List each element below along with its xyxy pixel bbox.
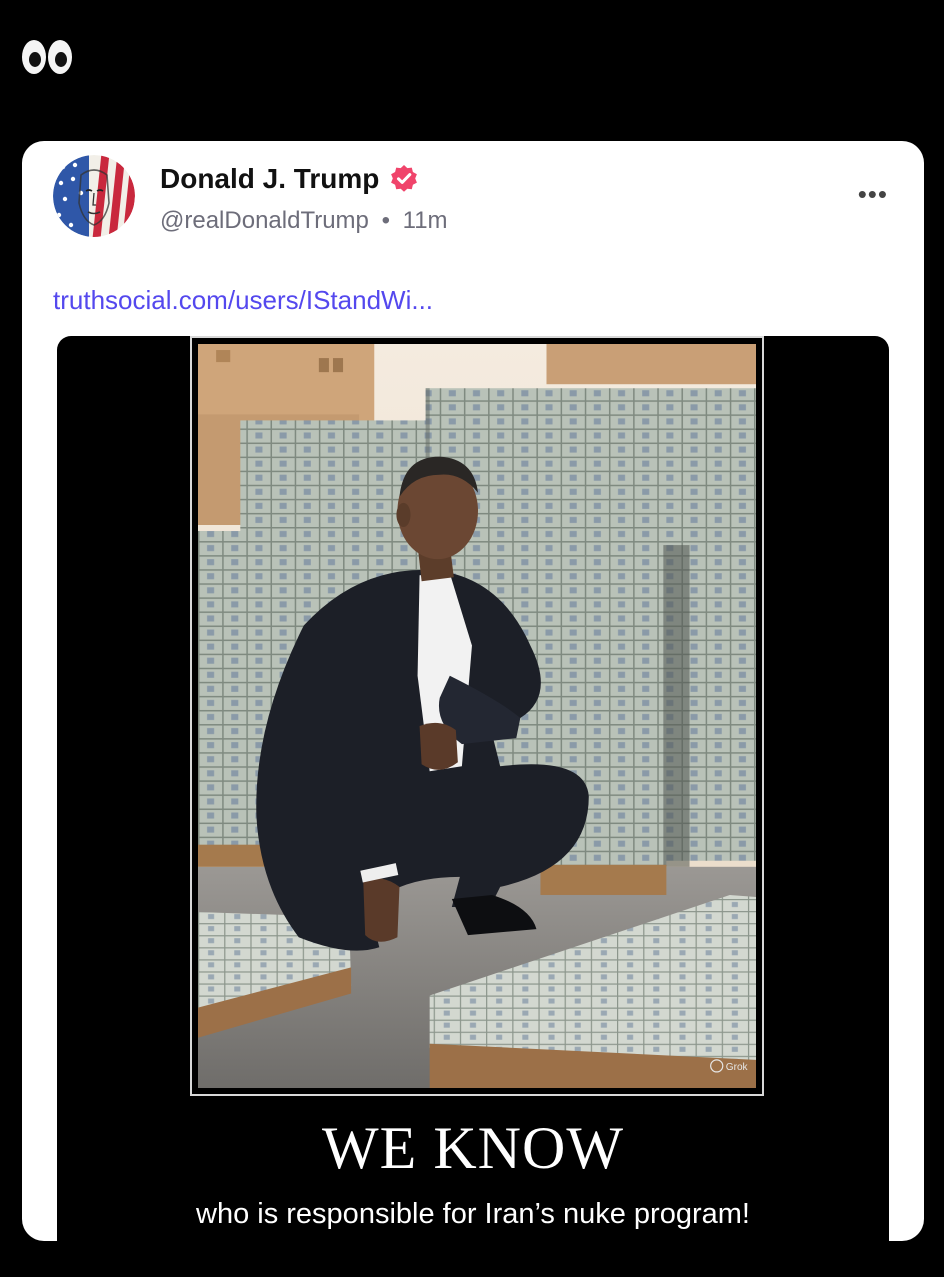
money-stacks-photo: Grok — [198, 344, 756, 1088]
author-row: Donald J. Trump — [160, 163, 419, 195]
post-link[interactable]: truthsocial.com/users/IStandWi... — [53, 285, 433, 316]
author-name[interactable]: Donald J. Trump — [160, 163, 379, 195]
image-watermark: Grok — [726, 1062, 749, 1073]
verified-badge-icon — [391, 165, 418, 192]
meta-separator: • — [381, 207, 390, 234]
post-time[interactable]: 11m — [403, 207, 448, 234]
post-image[interactable]: Grok WE KNOW who is responsible for Iran… — [57, 336, 889, 1241]
more-options-button[interactable]: ••• — [858, 181, 888, 207]
eyes-emoji — [22, 40, 74, 76]
left-eye-icon — [22, 40, 46, 74]
meme-headline: WE KNOW — [322, 1115, 624, 1181]
avatar[interactable] — [53, 155, 135, 237]
author-handle[interactable]: @realDonaldTrump — [160, 207, 369, 234]
right-eye-icon — [48, 40, 72, 74]
flag-face-avatar-icon — [53, 155, 135, 237]
post-card[interactable]: Donald J. Trump @realDonaldTrump • 11m •… — [22, 141, 924, 1241]
meme-photo-frame: Grok — [190, 336, 764, 1096]
meme-subline: who is responsible for Iran’s nuke progr… — [196, 1198, 750, 1230]
handle-row: @realDonaldTrump • 11m — [160, 207, 448, 235]
